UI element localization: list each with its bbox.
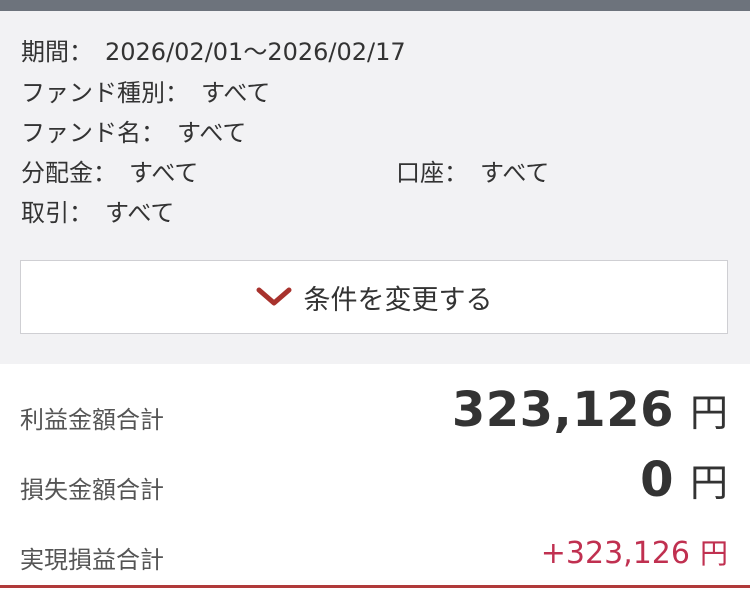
loss-total-amount: 0 [640, 452, 674, 508]
profit-total-label: 利益金額合計 [20, 406, 164, 434]
realized-pl-amount: +323,126 [540, 536, 690, 571]
distribution-label: 分配金： [21, 159, 117, 187]
account-row: 口座： すべて [396, 157, 549, 189]
transaction-value: すべて [105, 199, 175, 227]
bottom-divider [0, 585, 750, 588]
period-label: 期間： [21, 38, 93, 66]
top-bar [0, 0, 750, 11]
transaction-row: 取引： すべて [21, 197, 174, 229]
realized-pl-value: +323,126 円 [541, 532, 728, 572]
fund-name-label: ファンド名： [21, 119, 165, 147]
account-value: すべて [480, 159, 550, 187]
chevron-down-icon [256, 287, 291, 306]
period-row: 期間： 2026/02/01〜2026/02/17 [21, 36, 406, 68]
period-value: 2026/02/01〜2026/02/17 [105, 38, 406, 66]
realized-pl-label: 実現損益合計 [20, 546, 164, 574]
fund-type-value: すべて [201, 79, 271, 107]
fund-type-row: ファンド種別： すべて [21, 77, 270, 109]
loss-total-unit: 円 [689, 461, 728, 505]
fund-name-value: すべて [177, 119, 247, 147]
change-conditions-label: 条件を変更する [303, 284, 493, 316]
realized-pl-unit: 円 [699, 537, 728, 570]
transaction-label: 取引： [21, 199, 93, 227]
account-label: 口座： [396, 159, 468, 187]
fund-name-row: ファンド名： すべて [21, 117, 246, 149]
change-conditions-button[interactable]: 条件を変更する [20, 260, 728, 334]
fund-type-label: ファンド種別： [21, 79, 189, 107]
distribution-row: 分配金： すべて [21, 157, 198, 189]
loss-total-value: 0円 [640, 452, 728, 508]
profit-total-value: 323,126 円 [452, 382, 728, 438]
loss-total-label: 損失金額合計 [20, 476, 164, 504]
profit-total-amount: 323,126 [451, 382, 674, 438]
distribution-value: すべて [129, 159, 199, 187]
profit-total-unit: 円 [689, 391, 728, 435]
